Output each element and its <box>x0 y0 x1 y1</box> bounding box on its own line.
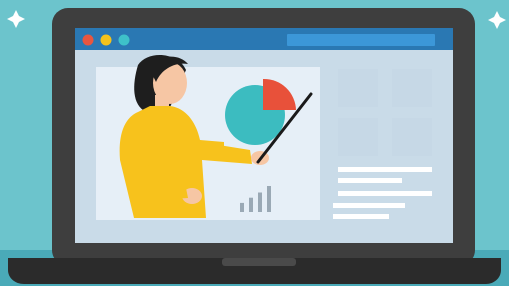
address-bar <box>287 34 435 46</box>
text-line <box>338 178 402 183</box>
content-tile <box>338 118 378 156</box>
content-tile <box>338 69 378 107</box>
bar-chart-bar <box>249 197 253 212</box>
window-maximize-dot <box>118 34 130 46</box>
bar-chart-bar <box>240 202 244 212</box>
text-line <box>333 203 405 208</box>
presentation-illustration <box>0 0 509 286</box>
text-line <box>338 167 432 172</box>
window-minimize-dot <box>100 34 112 46</box>
content-tile <box>392 69 432 107</box>
content-tile <box>392 118 432 156</box>
bar-chart-bar <box>258 192 262 212</box>
window-close-dot <box>82 34 94 46</box>
bar-chart-bar <box>267 186 271 212</box>
laptop-hinge-notch <box>222 258 296 266</box>
text-line <box>333 214 389 219</box>
text-line <box>338 191 432 196</box>
